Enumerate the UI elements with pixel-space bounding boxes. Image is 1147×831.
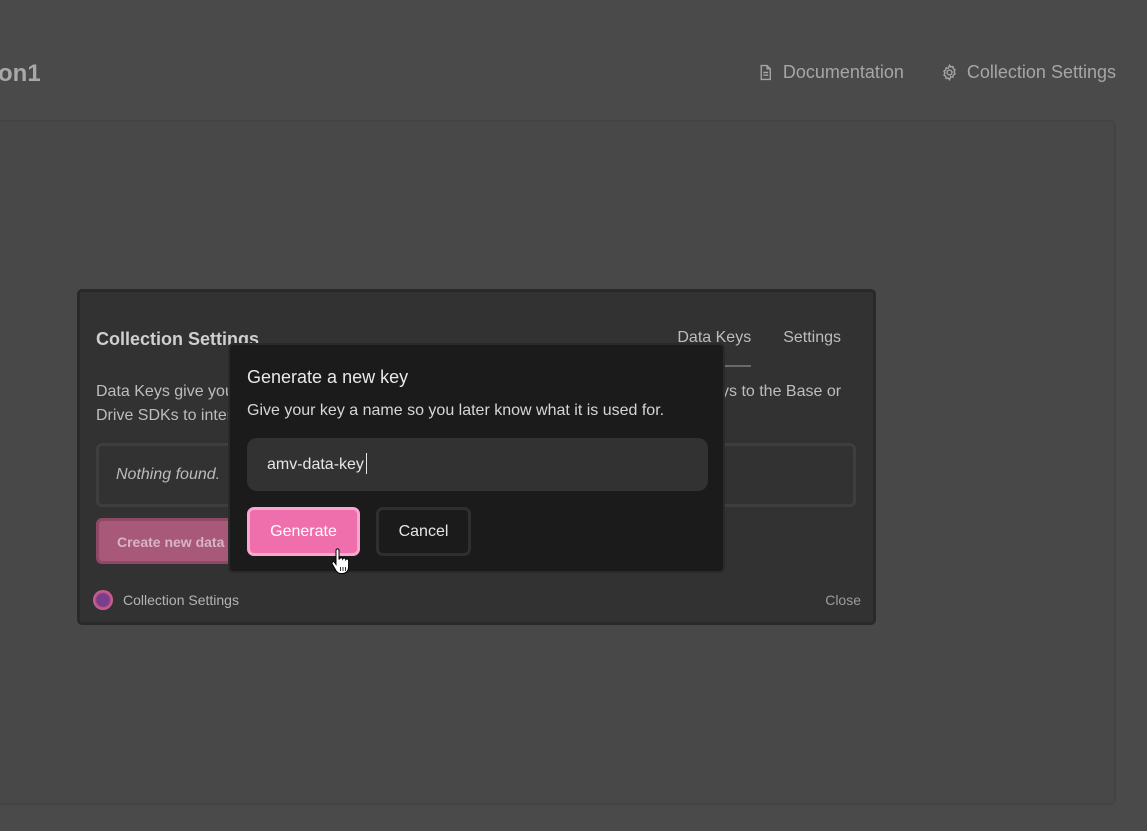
empty-state-text: Nothing found.: [116, 466, 221, 483]
description-line2-left: Drive SDKs to inter: [96, 407, 233, 424]
cancel-button[interactable]: Cancel: [376, 507, 471, 556]
tab-settings[interactable]: Settings: [783, 329, 841, 367]
collection-settings-link[interactable]: Collection Settings: [941, 62, 1116, 83]
hand-pointer-cursor-icon: [331, 548, 350, 574]
key-name-input[interactable]: [247, 438, 708, 491]
collection-avatar-icon: [93, 590, 113, 610]
documentation-label: Documentation: [782, 62, 904, 82]
text-caret: [366, 453, 367, 474]
top-links: Documentation Collection Settings: [757, 62, 1116, 83]
generate-key-dialog: Generate a new key Give your key a name …: [228, 343, 725, 573]
dialog-subtitle: Give your key a name so you later know w…: [247, 402, 665, 419]
footer-label: Collection Settings: [123, 592, 239, 608]
gear-icon: [943, 64, 956, 81]
document-icon: [760, 64, 771, 81]
dialog-title: Generate a new key: [247, 367, 409, 387]
settings-modal-footer: Collection Settings Close: [93, 590, 861, 610]
create-data-key-button[interactable]: Create new data key: [96, 518, 236, 564]
collection-settings-label: Collection Settings: [966, 62, 1116, 82]
close-button[interactable]: Close: [825, 592, 861, 608]
description-line1-right: ys to the Base or: [721, 383, 842, 400]
documentation-link[interactable]: Documentation: [757, 62, 904, 83]
description-line1-left: Data Keys give you: [96, 383, 234, 400]
page-title: on1: [0, 60, 41, 87]
